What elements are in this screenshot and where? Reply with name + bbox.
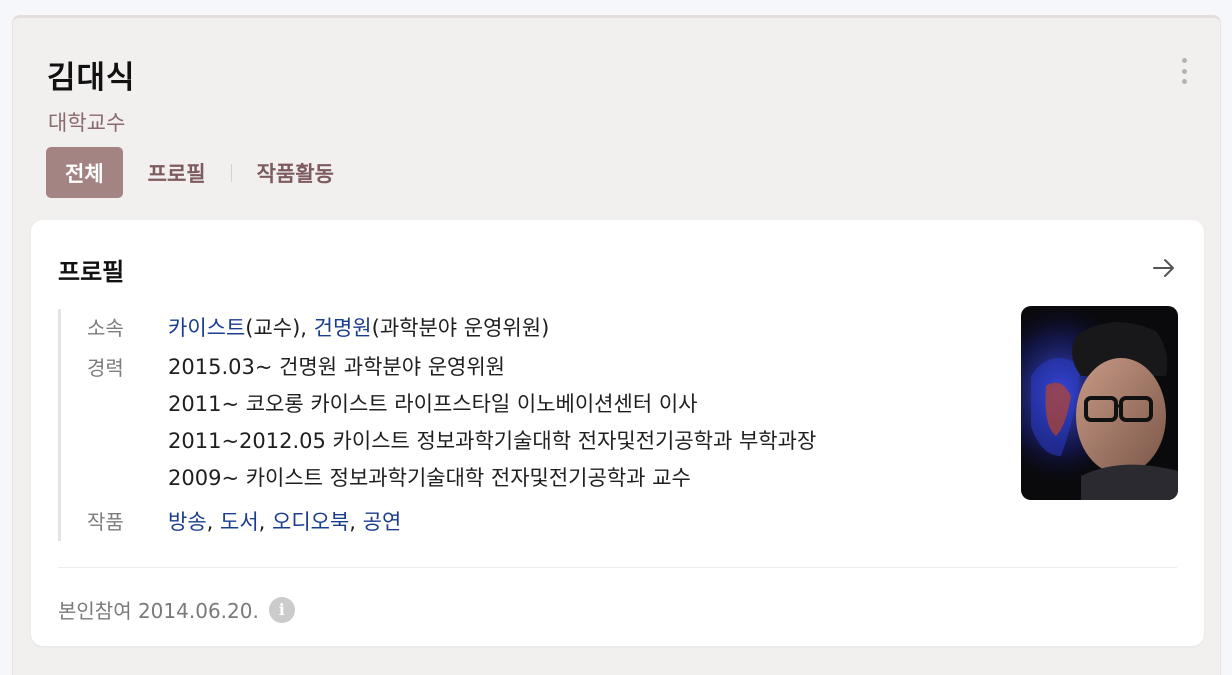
tab-divider — [230, 163, 232, 182]
works-label: 작품 — [87, 510, 124, 534]
participation-footer: 본인참여 2014.06.20. i — [58, 595, 295, 624]
profile-card-title: 프로필 — [58, 258, 125, 286]
career-item: 2015.03~ 건명원 과학분야 운영위원 — [168, 355, 505, 379]
participation-date: 본인참여 2014.06.20. — [58, 599, 259, 623]
works-separator: , — [349, 510, 363, 534]
affiliation-link-geonmyeongwon[interactable]: 건명원 — [314, 316, 372, 340]
profile-tabs: 전체 프로필 작품활동 — [46, 147, 334, 198]
career-item: 2011~ 코오롱 카이스트 라이프스타일 이노베이션센터 이사 — [168, 392, 698, 416]
more-vertical-icon-dot — [1181, 68, 1187, 74]
tab-works[interactable]: 작품활동 — [257, 147, 334, 198]
card-divider — [58, 567, 1177, 568]
profile-photo[interactable] — [1021, 306, 1178, 500]
works-link-performance[interactable]: 공연 — [363, 510, 402, 534]
affiliation-row: 소속 카이스트(교수), 건명원(과학분야 운영위원) — [87, 309, 998, 347]
works-separator: , — [258, 510, 272, 534]
affiliation-role-2: (과학분야 운영위원) — [371, 316, 550, 340]
info-icon[interactable]: i — [268, 596, 295, 623]
tab-profile[interactable]: 프로필 — [148, 147, 206, 198]
career-item: 2011~2012.05 카이스트 정보과학기술대학 전자및전기공학과 부학과장 — [168, 429, 817, 453]
profile-card: 프로필 소속 카이스트(교수), 건명원(과학분야 운영위원) 경력 2015.… — [31, 220, 1204, 646]
more-vertical-icon — [1181, 58, 1187, 63]
tab-all[interactable]: 전체 — [46, 147, 123, 198]
works-link-books[interactable]: 도서 — [220, 510, 259, 534]
works-separator: , — [206, 510, 220, 534]
affiliation-role-1: (교수), — [245, 316, 314, 340]
career-item: 2009~ 카이스트 정보과학기술대학 전자및전기공학과 교수 — [168, 466, 691, 490]
career-label: 경력 — [87, 356, 124, 380]
more-options-button[interactable] — [1177, 56, 1191, 86]
arrow-right-icon[interactable] — [1151, 256, 1177, 280]
person-name: 김대식 — [47, 60, 136, 96]
career-row: 경력 2015.03~ 건명원 과학분야 운영위원 2011~ 코오롱 카이스트… — [87, 349, 998, 497]
person-occupation: 대학교수 — [48, 111, 126, 135]
person-profile-panel: 김대식 대학교수 전체 프로필 작품활동 프로필 소속 카이스트(교수), 건명… — [12, 15, 1221, 675]
affiliation-label: 소속 — [87, 316, 124, 340]
affiliation-link-kaist[interactable]: 카이스트 — [168, 316, 245, 340]
more-vertical-icon-dot — [1181, 79, 1187, 84]
profile-info-list: 소속 카이스트(교수), 건명원(과학분야 운영위원) 경력 2015.03~ … — [58, 309, 998, 541]
works-link-audiobook[interactable]: 오디오북 — [272, 510, 349, 534]
works-link-broadcast[interactable]: 방송 — [168, 510, 207, 534]
works-row: 작품 방송, 도서, 오디오북, 공연 — [87, 503, 998, 541]
